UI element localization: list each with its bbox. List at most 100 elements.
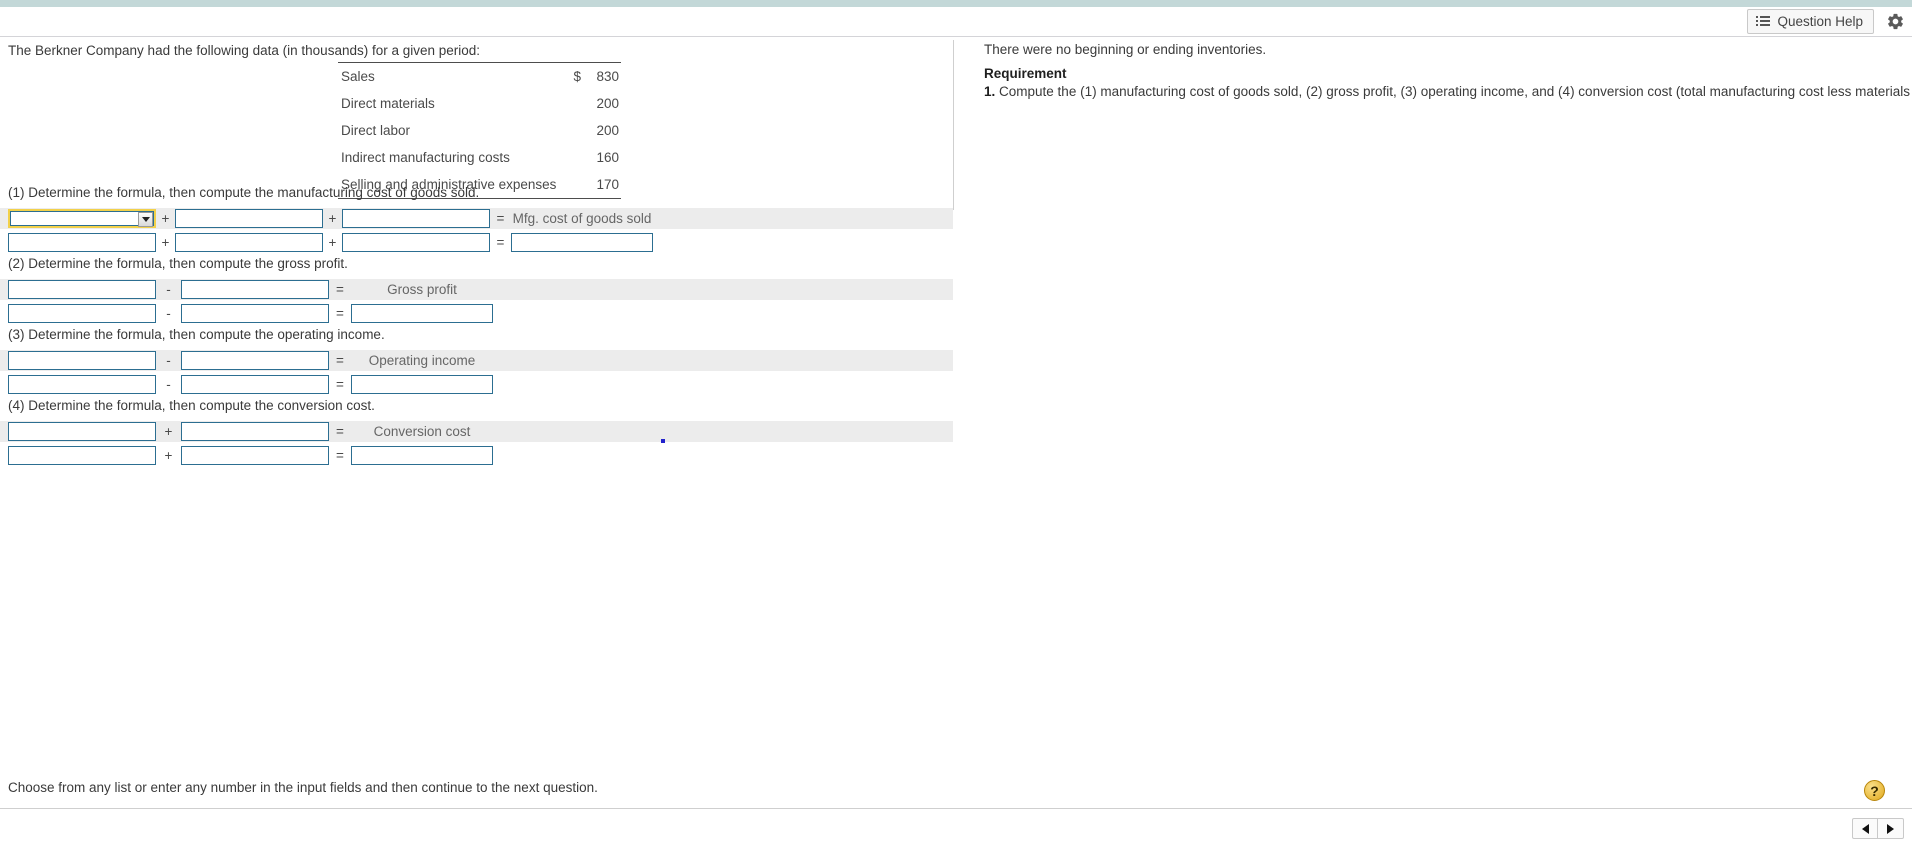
table-cell-label: Direct materials (341, 96, 435, 111)
value-row: - = (0, 374, 953, 395)
list-icon (1756, 16, 1771, 27)
formula-term3-input[interactable] (342, 209, 490, 228)
operator-minus: - (166, 306, 171, 321)
table-cell-amount: 830 (581, 62, 621, 90)
table-row: Direct materials 200 (338, 90, 621, 117)
value-row: - = (0, 303, 953, 324)
value-term2-input[interactable] (181, 304, 329, 323)
source-data-table-body: Sales $830 Direct materials 200 Direct labor… (338, 62, 621, 199)
formula-term2-input[interactable] (181, 351, 329, 370)
value-term2-input[interactable] (181, 375, 329, 394)
gear-icon[interactable] (1884, 11, 1906, 33)
table-cell-currency (559, 144, 581, 171)
formula-grid: + = Conversion cost + = (0, 421, 953, 466)
table-cell-label: Sales (338, 62, 559, 90)
next-question-button[interactable] (1878, 818, 1904, 839)
table-row: Sales $830 (338, 62, 621, 90)
question-block-4: (4) Determine the formula, then compute … (0, 398, 953, 466)
value-row: + + = (0, 232, 953, 253)
dropdown-inner (10, 211, 154, 226)
question-prompt: (1) Determine the formula, then compute … (8, 185, 480, 200)
operator-minus: - (166, 353, 171, 368)
requirement-number: 1. (984, 84, 996, 99)
value-result-input[interactable] (351, 304, 493, 323)
question-block-2: (2) Determine the formula, then compute … (0, 256, 953, 324)
value-row: + = (0, 445, 953, 466)
value-term2-input[interactable] (175, 233, 323, 252)
value-term2-input[interactable] (181, 446, 329, 465)
value-result-input[interactable] (511, 233, 653, 252)
operator-plus-1: + (161, 235, 170, 250)
table-cell-currency: $ (559, 62, 581, 90)
chevron-left-icon (1861, 823, 1869, 834)
value-result-input[interactable] (351, 375, 493, 394)
table-cell-currency (559, 117, 581, 144)
formula-row: + = Conversion cost (0, 421, 953, 442)
question-prompt: (4) Determine the formula, then compute … (8, 398, 375, 413)
operator-plus-2: + (328, 211, 337, 226)
table-cell-label: Direct labor (341, 123, 411, 138)
formula-term1-input[interactable] (8, 422, 156, 441)
question-prompt: (2) Determine the formula, then compute … (8, 256, 348, 271)
question-block-1: (1) Determine the formula, then compute … (0, 185, 953, 253)
value-term1-input[interactable] (8, 233, 156, 252)
intro-text: The Berkner Company had the following da… (8, 43, 481, 58)
formula-grid: - = Operating income - = (0, 350, 953, 395)
operator-equals: = (336, 282, 344, 297)
value-term1-input[interactable] (8, 304, 156, 323)
operator-minus: - (166, 377, 171, 392)
result-label: Gross profit (387, 282, 457, 297)
operator-plus-2: + (328, 235, 337, 250)
question-prompt: (3) Determine the formula, then compute … (8, 327, 385, 342)
formula-term1-input[interactable] (8, 351, 156, 370)
result-label: Conversion cost (373, 424, 471, 439)
operator-equals: = (496, 211, 505, 226)
operator-equals: = (336, 377, 344, 392)
result-label: Mfg. cost of goods sold (512, 211, 652, 226)
pagination-controls (1852, 818, 1904, 839)
formula-term1-dropdown[interactable] (8, 209, 156, 228)
help-badge-icon[interactable]: ? (1864, 780, 1885, 801)
content-area: The Berkner Company had the following da… (0, 38, 1912, 780)
operator-equals: = (336, 353, 344, 368)
header-actions: Question Help (1747, 9, 1906, 34)
requirement-heading: Requirement (984, 66, 1067, 81)
source-data-table: Sales $830 Direct materials 200 Direct labor… (338, 62, 621, 199)
panel-divider (953, 40, 954, 210)
formula-term1-input[interactable] (8, 280, 156, 299)
table-row: Direct labor 200 (338, 117, 621, 144)
question-block-3: (3) Determine the formula, then compute … (0, 327, 953, 395)
table-cell-amount: 200 (596, 96, 619, 111)
formula-row: - = Operating income (0, 350, 953, 371)
formula-term2-input[interactable] (175, 209, 323, 228)
operator-plus: + (164, 448, 173, 463)
footer-instruction: Choose from any list or enter any number… (8, 780, 598, 795)
inventories-note: There were no beginning or ending invent… (984, 42, 1267, 57)
formula-grid: + + = Mfg. cost of goods sold + + = (0, 208, 953, 253)
previous-question-button[interactable] (1852, 818, 1878, 839)
formula-row: - = Gross profit (0, 279, 953, 300)
question-help-label: Question Help (1777, 14, 1863, 29)
table-cell-label: Indirect manufacturing costs (341, 150, 510, 165)
header-bar: Question Help (0, 7, 1912, 37)
table-cell-amount: 200 (596, 123, 619, 138)
value-term1-input[interactable] (8, 375, 156, 394)
formula-row: + + = Mfg. cost of goods sold (0, 208, 953, 229)
value-term3-input[interactable] (342, 233, 490, 252)
formula-term2-input[interactable] (181, 280, 329, 299)
operator-equals: = (336, 306, 344, 321)
value-term1-input[interactable] (8, 446, 156, 465)
operator-equals: = (336, 448, 344, 463)
table-cell-currency (559, 90, 581, 117)
question-help-button[interactable]: Question Help (1747, 9, 1874, 34)
formula-term2-input[interactable] (181, 422, 329, 441)
table-cell-amount: 160 (596, 150, 619, 165)
chevron-down-icon[interactable] (138, 212, 153, 227)
chevron-right-icon (1887, 823, 1894, 834)
table-row: Indirect manufacturing costs 160 (338, 144, 621, 171)
footer-divider (0, 808, 1912, 809)
requirement-text: Compute the (1) manufacturing cost of go… (999, 84, 1912, 99)
result-label: Operating income (368, 353, 476, 368)
operator-equals: = (336, 424, 344, 439)
value-result-input[interactable] (351, 446, 493, 465)
